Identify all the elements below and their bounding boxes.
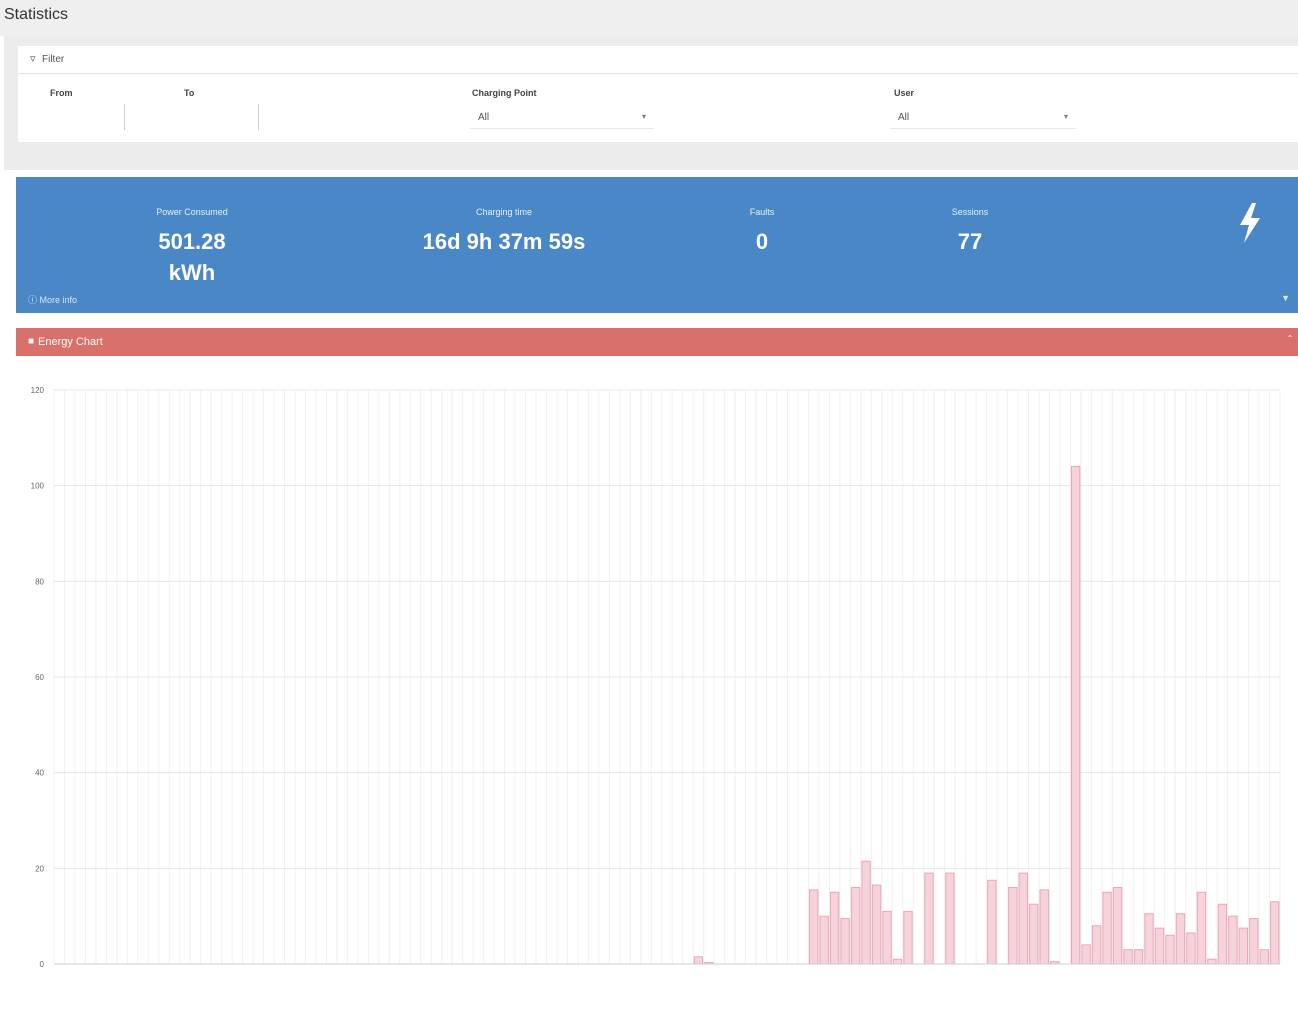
energy-chart-title: Energy Chart [38, 336, 103, 348]
chart-bar[interactable] [1207, 958, 1217, 965]
chart-bar[interactable] [1029, 903, 1039, 965]
chevron-down-icon: ▾ [1063, 112, 1068, 121]
chart-bar[interactable] [819, 915, 829, 965]
user-label: User [894, 88, 915, 98]
y-tick-label: 60 [35, 673, 44, 682]
charging-time-label: Charging time [475, 207, 533, 217]
summary-panel: Power Consumed 501.28 kWh Charging time … [16, 177, 1298, 313]
chart-bar[interactable] [861, 860, 871, 965]
to-label: To [184, 88, 195, 98]
user-select[interactable]: All ▾ [890, 108, 1076, 129]
funnel-icon: ▿ [30, 53, 36, 65]
sessions-label: Sessions [951, 207, 989, 217]
power-consumed-unit: kWh [168, 260, 216, 285]
chart-bar[interactable] [1270, 901, 1280, 965]
chevron-down-icon[interactable]: ▼ [1281, 293, 1290, 303]
chevron-up-icon[interactable]: ˆ [1288, 333, 1292, 347]
energy-chart-header[interactable]: ■ Energy Chart ˆ [16, 328, 1298, 356]
title-bar: Statistics [0, 0, 1298, 36]
chart-bar[interactable] [1008, 886, 1018, 965]
chart-bar[interactable] [924, 872, 934, 965]
chart-bar[interactable] [1175, 913, 1186, 965]
y-tick-label: 20 [35, 864, 44, 873]
chart-bar[interactable] [903, 910, 913, 965]
chart-bar[interactable] [1081, 944, 1091, 965]
chart-bar[interactable] [1133, 949, 1144, 965]
user-value: All [898, 112, 910, 123]
chart-bar[interactable] [1186, 932, 1196, 965]
chart-bar[interactable] [1091, 925, 1102, 965]
faults-value: 0 [755, 229, 769, 254]
chart-bar[interactable] [1249, 918, 1259, 965]
charging-point-select[interactable]: All ▾ [470, 108, 654, 129]
chart-bar[interactable] [693, 956, 704, 965]
page-title: Statistics [4, 6, 69, 23]
chart-bar[interactable] [882, 910, 892, 965]
chart-bar[interactable] [1217, 903, 1228, 965]
power-consumed-number: 501.28 [158, 229, 226, 254]
more-info-label: More info [39, 295, 78, 305]
charging-point-value: All [478, 112, 490, 123]
chart-bar[interactable] [987, 879, 997, 965]
chart-bar[interactable] [892, 958, 903, 965]
chart-bar[interactable] [1228, 915, 1238, 965]
info-icon: ⓘ [28, 295, 40, 305]
from-label: From [50, 88, 73, 98]
chart-bar[interactable] [871, 884, 882, 965]
chart-bar[interactable] [1039, 889, 1049, 965]
to-date-input[interactable] [178, 104, 259, 130]
charging-time-value: 16d 9h 37m 59s [422, 229, 586, 254]
chart-bar[interactable] [1144, 913, 1154, 965]
chart-bar[interactable] [1018, 872, 1028, 965]
y-tick-label: 0 [40, 960, 45, 969]
sessions-value: 77 [957, 229, 983, 254]
chart-bar[interactable] [1196, 891, 1207, 965]
chart-bar[interactable] [1154, 927, 1165, 965]
filter-panel: ▿ Filter From To Charging Point All ▾ Us… [18, 46, 1298, 142]
chart-bar[interactable] [1102, 891, 1112, 965]
chart-bar[interactable] [1259, 949, 1269, 965]
chart-bar[interactable] [850, 886, 861, 965]
y-tick-label: 100 [31, 482, 45, 491]
from-date-input[interactable] [48, 104, 125, 130]
y-tick-label: 120 [31, 386, 45, 395]
power-consumed-label: Power Consumed [156, 207, 228, 217]
bolt-icon [1240, 203, 1260, 243]
chart-bar[interactable] [840, 918, 850, 965]
y-tick-label: 40 [35, 769, 44, 778]
charging-point-label: Charging Point [472, 88, 537, 98]
chevron-down-icon: ▾ [641, 112, 646, 121]
bar-chart-icon: ■ [28, 336, 35, 347]
filter-header-label: Filter [42, 54, 65, 65]
chart-bar[interactable] [1123, 949, 1133, 965]
energy-chart: 0 20 40 60 80 100 120 [31, 386, 1281, 969]
chart-bar[interactable] [945, 872, 955, 965]
chart-bar[interactable] [829, 891, 840, 965]
filter-header[interactable]: ▿ Filter [18, 46, 1298, 74]
chart-bar[interactable] [1112, 886, 1123, 965]
chart-bar[interactable] [809, 889, 819, 965]
y-tick-label: 80 [35, 577, 44, 586]
chart-bar[interactable] [1165, 934, 1175, 965]
chart-bar[interactable] [1238, 927, 1249, 965]
faults-label: Faults [749, 207, 775, 217]
chart-bar[interactable] [1070, 466, 1081, 965]
more-info-link[interactable]: ⓘ More info [28, 293, 77, 306]
